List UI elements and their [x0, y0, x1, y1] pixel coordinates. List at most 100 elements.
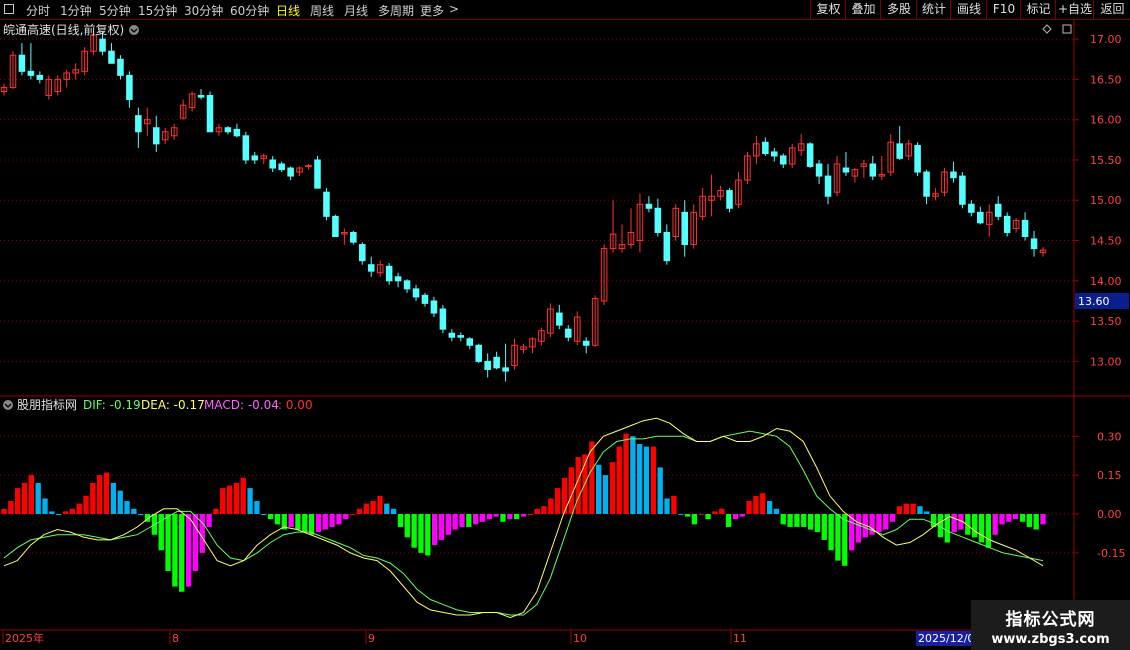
macd-bar: [855, 514, 862, 543]
macd-bar: [807, 514, 814, 530]
period-tab-7[interactable]: 周线: [310, 2, 334, 19]
price-tick-label-5: 15.50: [1090, 154, 1122, 167]
macd-bar: [725, 514, 732, 527]
candle-body: [493, 356, 500, 369]
macd-bar: [35, 482, 41, 514]
macd-bar: [527, 514, 534, 515]
price-tick-label-1: 13.50: [1090, 315, 1122, 328]
toolbar-button-4[interactable]: 画线: [950, 0, 987, 19]
period-tab-9[interactable]: 多周期: [378, 2, 414, 19]
macd-bar: [1019, 514, 1026, 522]
macd-bar: [445, 514, 451, 535]
macd-bar: [42, 498, 48, 514]
toolbar-button-5[interactable]: F10: [986, 0, 1021, 19]
candle-body: [99, 38, 106, 52]
toolbar-button-6[interactable]: 标记: [1020, 0, 1056, 19]
macd-bar: [794, 514, 800, 527]
toolbar-button-8[interactable]: 返回: [1093, 0, 1130, 19]
candle-body: [305, 165, 312, 168]
candle-body: [771, 151, 778, 157]
macd-bar: [500, 514, 506, 522]
macd-bar: [90, 482, 96, 514]
macd-bar: [404, 514, 410, 538]
watermark-url: www.zbgs3.com: [991, 632, 1110, 647]
panel-toggle-icon[interactable]: [4, 4, 14, 14]
macd-bar: [172, 514, 178, 587]
price-tick-label-0: 13.00: [1090, 355, 1122, 368]
macd-bar: [240, 477, 246, 514]
candle-body: [323, 191, 330, 217]
macd-bar: [596, 464, 602, 514]
macd-bar: [705, 514, 711, 520]
period-tab-0[interactable]: 分时: [26, 2, 50, 19]
candle-body: [1030, 238, 1038, 250]
candle-body: [197, 95, 205, 98]
macd-bar: [513, 514, 520, 520]
candle-body: [27, 70, 35, 76]
macd-bar: [220, 488, 226, 514]
macd-bar: [1040, 514, 1046, 525]
macd-bar: [814, 514, 821, 533]
candle-body: [224, 127, 232, 133]
candle-body: [663, 231, 671, 262]
macd-bar: [21, 482, 28, 514]
toolbar-button-2[interactable]: 多股: [880, 0, 917, 19]
macd-bar: [261, 514, 267, 515]
candle-body: [914, 144, 921, 173]
candle-body: [430, 300, 438, 314]
period-tab-8[interactable]: 月线: [344, 2, 368, 19]
candle-body: [314, 159, 321, 189]
candle-body: [412, 288, 420, 298]
period-tab-5[interactable]: 60分钟: [230, 2, 269, 19]
candle-body: [457, 335, 465, 338]
macd-bar: [377, 495, 383, 514]
diamond-icon: [1042, 24, 1052, 34]
period-tab-6[interactable]: 日线: [276, 2, 300, 19]
macd-bar: [15, 488, 21, 514]
dif-value: DIF: -0.19: [83, 398, 141, 412]
macd-bar: [842, 514, 848, 566]
macd-bar: [507, 514, 513, 520]
candle-body: [645, 203, 653, 209]
macd-bar: [835, 514, 841, 561]
cursor-date-label: 2025/12/0: [918, 632, 974, 645]
period-tab-2[interactable]: 5分钟: [99, 2, 131, 19]
toolbar-button-0[interactable]: 复权: [810, 0, 846, 19]
price-tick-label-8: 17.00: [1090, 33, 1122, 46]
candle-body: [923, 171, 930, 197]
macd-bar: [903, 503, 909, 514]
macd-bar: [555, 488, 561, 514]
macd-bar: [889, 514, 896, 522]
macd-bar: [103, 472, 110, 514]
macd-bar: [637, 444, 643, 514]
candle-body: [1021, 219, 1029, 238]
chevron-right-icon: >: [449, 2, 460, 16]
period-tab-10[interactable]: 更多: [420, 2, 444, 19]
period-tab-1[interactable]: 1分钟: [60, 2, 92, 19]
macd-bar: [623, 433, 629, 514]
macd-bar: [390, 508, 397, 514]
toolbar-button-7[interactable]: +自选: [1055, 0, 1094, 19]
macd-bar: [575, 457, 581, 514]
candle-body: [350, 231, 357, 243]
macd-bar: [821, 514, 827, 540]
macd-bar: [226, 485, 233, 514]
price-tick-label-3: 14.50: [1090, 235, 1122, 248]
macd-bar: [712, 511, 718, 514]
macd-bar: [397, 514, 404, 527]
macd-bar: [732, 514, 739, 520]
macd-bar: [1026, 514, 1032, 527]
macd-bar: [267, 514, 274, 520]
candle-body: [762, 141, 769, 155]
macd-bar: [8, 501, 14, 514]
macd-bar: [684, 514, 691, 517]
panel-square-icon: [1062, 24, 1072, 34]
period-tab-4[interactable]: 30分钟: [184, 2, 223, 19]
candle-body: [582, 340, 590, 346]
macd-bar: [876, 514, 882, 533]
toolbar-button-1[interactable]: 叠加: [845, 0, 881, 19]
toolbar-button-3[interactable]: 统计: [916, 0, 951, 19]
macd-bar: [746, 501, 752, 514]
period-tab-3[interactable]: 15分钟: [138, 2, 177, 19]
candle-body: [959, 175, 966, 205]
